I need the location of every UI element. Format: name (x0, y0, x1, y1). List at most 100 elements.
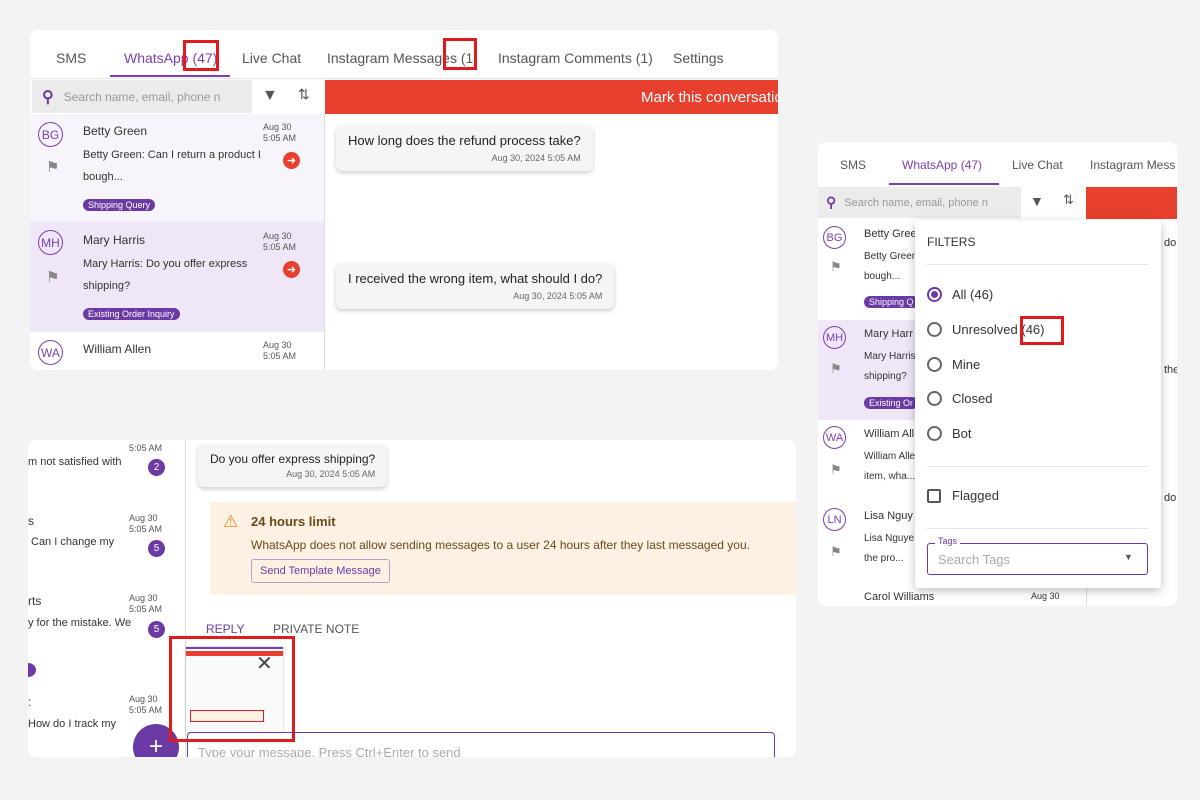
conversation-item[interactable]: WA ⚑ William All William Alle item, wha.… (818, 420, 918, 502)
contact-name: s (28, 514, 34, 528)
active-tab-indicator (110, 75, 230, 77)
message-preview: item, wha... (864, 471, 916, 482)
divider (927, 528, 1148, 529)
filter-option-mine[interactable]: Mine (927, 357, 980, 372)
message-preview: Betty Green: Can I return a product I bo… (83, 149, 261, 183)
tag-badge: Existing Or (864, 397, 919, 409)
conversation-item[interactable]: WA William Allen Aug 30 5:05 AM (30, 332, 324, 370)
tabs-divider (30, 78, 778, 79)
warning-banner: ⚠ 24 hours limit WhatsApp does not allow… (210, 502, 796, 595)
tag-badge: Shipping Q (864, 296, 919, 308)
filter-icon[interactable]: ▼ (262, 87, 278, 105)
filter-option-closed[interactable]: Closed (927, 391, 992, 406)
tab-sms[interactable]: SMS (840, 158, 866, 172)
unread-count: 5 (148, 621, 165, 638)
flag-icon[interactable]: ⚑ (830, 361, 842, 377)
contact-name: : (28, 695, 32, 709)
contact-name: Mary Harris (83, 233, 145, 247)
message-preview: William Alle (864, 451, 916, 462)
active-tab-indicator (889, 183, 999, 185)
tab-settings[interactable]: Settings (673, 50, 724, 66)
mark-conversation-banner[interactable] (1086, 187, 1177, 219)
inbox-panel-reply: 5:05 AM m not satisfied with 2 s Aug 30 … (28, 440, 796, 757)
radio-checked-icon (927, 287, 942, 302)
conversation-item[interactable]: MH ⚑ Mary Harr Mary Harris shipping? Exi… (818, 320, 919, 420)
sort-icon[interactable]: ⇅ (1063, 192, 1074, 208)
tab-instagram-messages[interactable]: Instagram Mess (1090, 158, 1175, 172)
send-template-button[interactable]: Send Template Message (251, 559, 390, 583)
avatar: BG (823, 226, 846, 249)
avatar: MH (38, 230, 63, 255)
tab-sms[interactable]: SMS (56, 50, 86, 66)
conversation-item[interactable]: MH ⚑ Mary Harris Mary Harris: Do you off… (30, 222, 324, 332)
message-input[interactable]: Type your message. Press Ctrl+Enter to s… (187, 732, 775, 757)
message-preview: m not satisfied with (28, 456, 122, 468)
message-bubble: I received the wrong item, what should I… (336, 263, 615, 309)
message-text: Do you offer express shipping? (210, 452, 376, 466)
unread-dot (28, 663, 36, 677)
flag-icon[interactable]: ⚑ (46, 158, 59, 176)
message-preview: Can I change my (31, 536, 115, 548)
contact-name: Betty Gree (864, 228, 917, 240)
date: Aug 30 (129, 593, 158, 603)
conversation-item[interactable]: BG ⚑ Betty Gree Betty Green bough... Shi… (818, 220, 919, 320)
contact-name: William All (864, 428, 915, 440)
tags-select[interactable]: Tags Search Tags ▼ (927, 536, 1148, 575)
message-fragment: do (1164, 237, 1177, 249)
tab-reply[interactable]: REPLY (206, 622, 244, 636)
message-preview: Mary Harris (864, 351, 916, 362)
filter-option-bot[interactable]: Bot (927, 426, 972, 441)
list-divider (324, 114, 325, 370)
option-label: Closed (952, 391, 993, 406)
flagged-checkbox[interactable]: Flagged (927, 488, 999, 503)
filter-option-all[interactable]: All (46) (927, 287, 993, 302)
arrow-right-icon[interactable]: ➜ (283, 261, 300, 278)
flag-icon[interactable]: ⚑ (830, 544, 842, 560)
search-input[interactable]: ⚲ Search name, email, phone n (32, 80, 252, 113)
dropdown-arrow-icon[interactable]: ▼ (1124, 552, 1133, 562)
date: Aug 30 (263, 231, 292, 241)
conversation-item[interactable]: BG ⚑ Betty Green Betty Green: Can I retu… (30, 114, 324, 222)
conversation-item[interactable]: LN ⚑ Lisa Nguy Lisa Nguye the pro... (818, 502, 918, 587)
option-label: Flagged (952, 488, 999, 503)
message-preview: How do I track my (28, 718, 117, 730)
message-timestamp: Aug 30, 2024 5:05 AM (286, 469, 376, 479)
message-timestamp: Aug 30, 2024 5:05 AM (513, 291, 603, 301)
message-preview: Betty Green (864, 251, 918, 262)
radio-icon (927, 426, 942, 441)
flag-icon[interactable]: ⚑ (46, 268, 59, 286)
banner-text: Mark this conversation (641, 88, 778, 106)
tags-placeholder: Search Tags (938, 552, 1011, 567)
message-timestamp: Aug 30, 2024 5:05 AM (491, 153, 581, 163)
unread-count: 5 (148, 540, 165, 557)
highlight-box (169, 636, 295, 742)
search-input[interactable]: ⚲ Search name, email, phone n (818, 187, 1021, 218)
search-icon: ⚲ (42, 88, 54, 106)
filters-title: FILTERS (927, 235, 976, 249)
sort-icon[interactable]: ⇅ (298, 86, 310, 103)
contact-name: Mary Harr (864, 328, 913, 340)
highlight-box (1020, 316, 1064, 345)
date: Aug 30 (263, 340, 292, 350)
time: 5:05 AM (129, 604, 163, 614)
arrow-right-icon[interactable]: ➜ (283, 152, 300, 169)
contact-name: Betty Green (83, 124, 148, 138)
tab-live-chat[interactable]: Live Chat (1012, 158, 1063, 172)
contact-name: William Allen (83, 342, 152, 356)
flag-icon[interactable]: ⚑ (830, 462, 842, 478)
tab-live-chat[interactable]: Live Chat (242, 50, 301, 66)
warning-icon: ⚠ (223, 512, 239, 531)
warning-body: WhatsApp does not allow sending messages… (251, 538, 750, 552)
date: Aug 30 (129, 513, 158, 523)
mark-conversation-banner[interactable]: Mark this conversation (325, 80, 778, 114)
filter-icon[interactable]: ▼ (1030, 193, 1044, 209)
conversation-item[interactable]: Carol Williams Aug 30 (818, 589, 1078, 605)
tab-instagram-comments[interactable]: Instagram Comments (1) (498, 50, 653, 66)
avatar: LN (823, 508, 846, 531)
tab-private-note[interactable]: PRIVATE NOTE (273, 622, 359, 636)
time: 5:05 AM (263, 351, 297, 361)
tab-whatsapp[interactable]: WhatsApp (47) (902, 158, 982, 172)
avatar: BG (38, 122, 63, 147)
divider (927, 264, 1148, 265)
flag-icon[interactable]: ⚑ (830, 259, 842, 275)
